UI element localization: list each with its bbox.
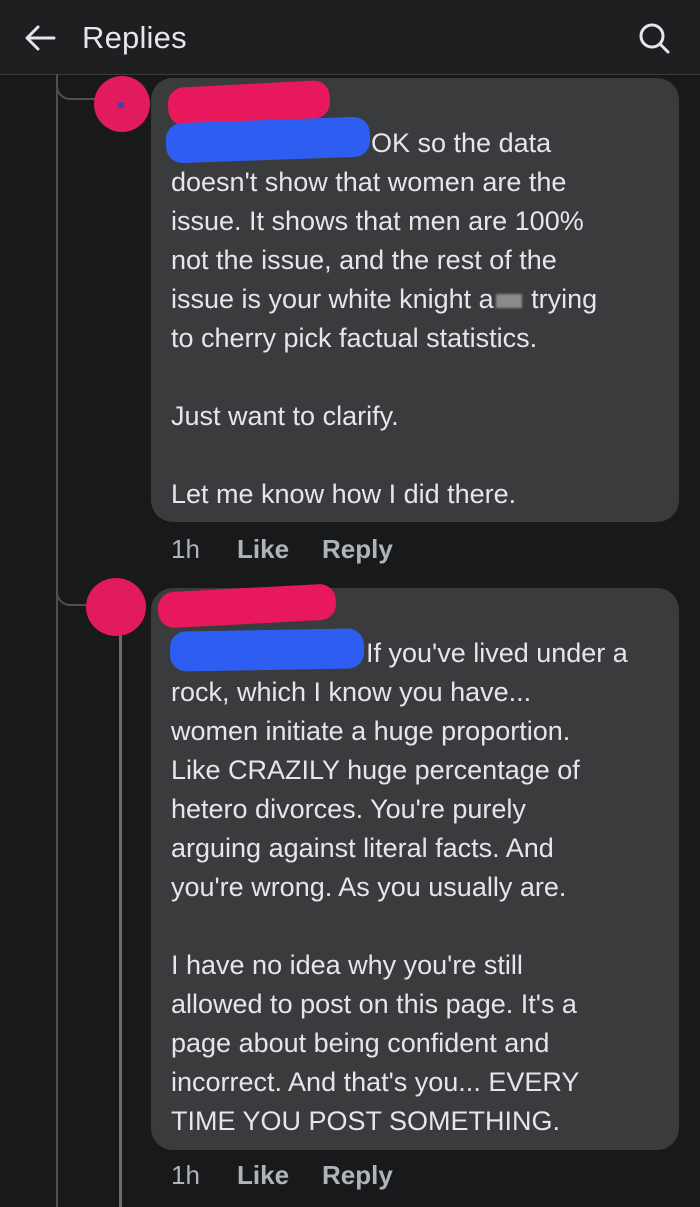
comment-text: not the issue, and the rest of the	[171, 245, 557, 275]
thread-line	[119, 630, 122, 1207]
timestamp: 1h	[171, 1160, 200, 1190]
comment-text: I have no idea why you're still	[171, 950, 523, 980]
comment-text: Like CRAZILY huge percentage of	[171, 755, 580, 785]
thread-line	[56, 74, 58, 1207]
comment-text: Just want to clarify.	[171, 401, 399, 431]
comment-text: OK so the data	[371, 128, 552, 158]
comment-text: rock, which I know you have...	[171, 677, 532, 707]
comment-text: doesn't show that women are the	[171, 167, 567, 197]
comment-text: allowed to post on this page. It's a	[171, 989, 577, 1019]
page-title: Replies	[82, 20, 187, 55]
search-button[interactable]	[632, 16, 676, 60]
reply-button[interactable]: Reply	[322, 1160, 393, 1191]
comment-text: arguing against literal facts. And	[171, 833, 554, 863]
reply-button[interactable]: Reply	[322, 534, 393, 565]
top-bar: Replies	[0, 0, 700, 75]
redacted-mention	[169, 628, 365, 672]
like-button[interactable]: Like	[237, 1160, 289, 1191]
comment-text: If you've lived under a	[366, 638, 628, 668]
redacted-mention	[165, 116, 371, 164]
censored-word	[495, 293, 522, 308]
thread-connector	[56, 74, 98, 100]
timestamp: 1h	[171, 534, 200, 564]
comment-text: issue is your white knight a trying	[171, 284, 598, 314]
like-button[interactable]: Like	[237, 534, 289, 565]
comment-text: page about being confident and	[171, 1028, 550, 1058]
comment-text: women initiate a huge proportion.	[171, 716, 571, 746]
search-icon	[639, 23, 670, 54]
avatar[interactable]	[86, 578, 146, 636]
comment-text: hetero divorces. You're purely	[171, 794, 526, 824]
comment-text: issue. It shows that men are 100%	[171, 206, 584, 236]
avatar[interactable]	[94, 76, 150, 132]
comment-text: you're wrong. As you usually are.	[171, 872, 567, 902]
comment-text: TIME YOU POST SOMETHING.	[171, 1106, 561, 1136]
comment-text: incorrect. And that's you... EVERY	[171, 1067, 580, 1097]
back-button[interactable]	[18, 16, 62, 60]
arrow-left-icon	[25, 25, 56, 51]
comment-text: to cherry pick factual statistics.	[171, 323, 538, 353]
comment-text: Let me know how I did there.	[171, 479, 517, 509]
